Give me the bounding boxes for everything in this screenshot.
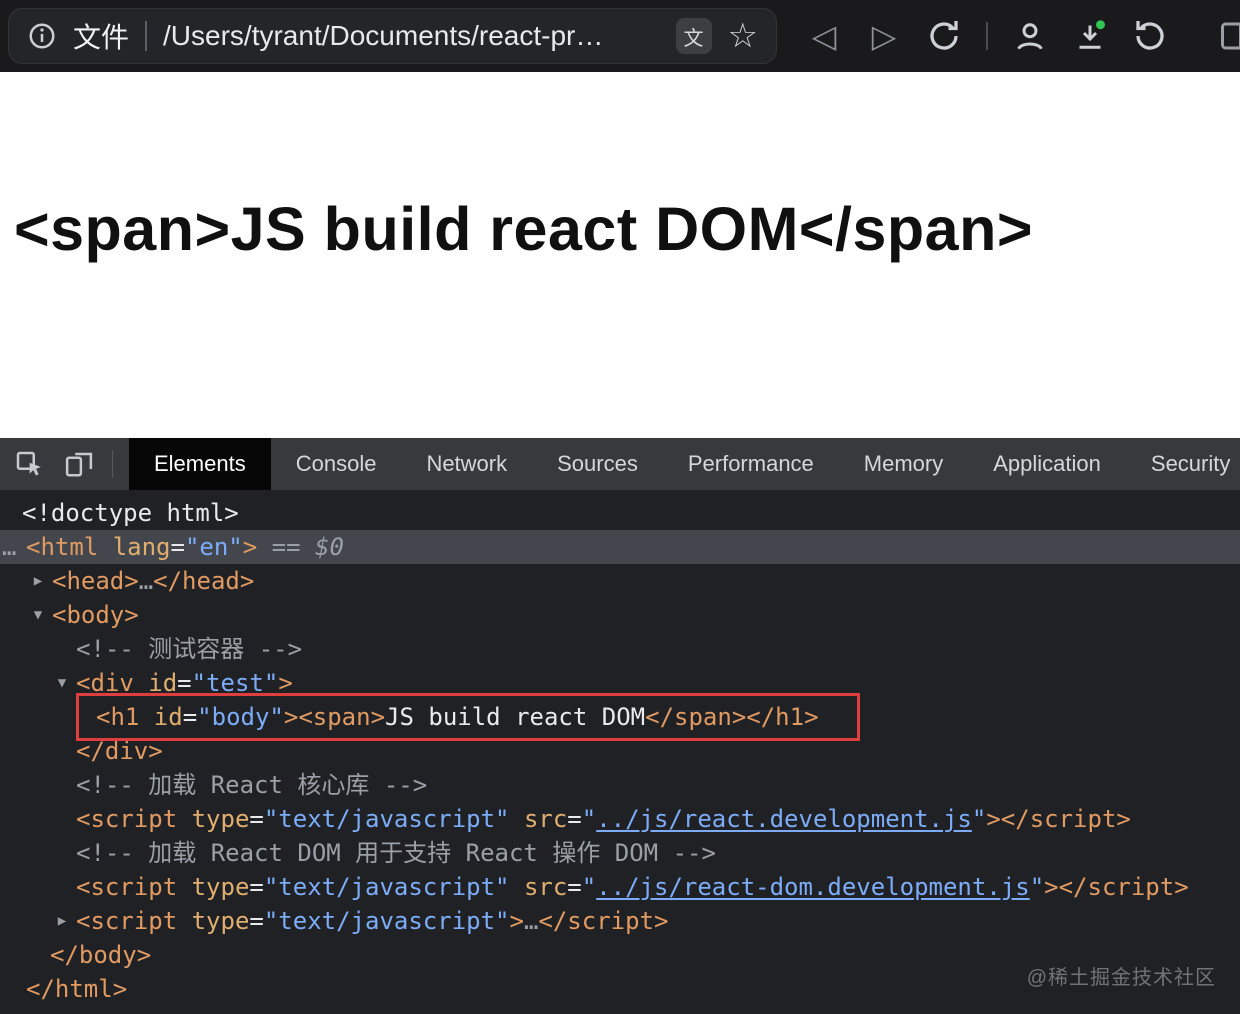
devtools-panel: Elements Console Network Sources Performance… [0, 438, 1240, 1014]
dom-tree: <!doctype html>… <html lang="en"> == $0 ▶ <… [0, 490, 1240, 1014]
tab-application[interactable]: Application [968, 438, 1126, 490]
node-script-react[interactable]: <script type="text/javascript" src="../j… [0, 802, 1240, 836]
node-head[interactable]: ▶ <head>…</head> [0, 564, 1240, 598]
node-body-open[interactable]: ▼ <body> [0, 598, 1240, 632]
screen: 文件 /Users/tyrant/Documents/react-pr… 文 ☆… [0, 0, 1240, 1014]
browser-toolbar: 文件 /Users/tyrant/Documents/react-pr… 文 ☆… [0, 0, 1240, 72]
watermark: @稀土掘金技术社区 [1026, 967, 1216, 989]
bookmark-star-icon[interactable]: ☆ [728, 19, 758, 53]
page-content: <span>JS build react DOM</span> [0, 72, 1240, 438]
tab-network[interactable]: Network [401, 438, 532, 490]
tab-sources[interactable]: Sources [532, 438, 663, 490]
node-script-inline[interactable]: ▶ <script type="text/javascript">…</scrip… [0, 904, 1240, 938]
comment-load-react-core[interactable]: <!-- 加载 React 核心库 --> [0, 768, 1240, 802]
devtools-toolbar: Elements Console Network Sources Performance… [0, 438, 1240, 490]
tab-security[interactable]: Security [1126, 438, 1240, 490]
node-div-test-close[interactable]: </div> [0, 734, 1240, 768]
device-toolbar-icon[interactable] [62, 447, 96, 481]
expand-arrow-icon[interactable]: ▶ [50, 904, 74, 938]
translate-icon[interactable]: 文 [675, 18, 712, 54]
page-heading: <span>JS build react DOM</span> [14, 195, 1033, 263]
refresh-button[interactable] [926, 18, 962, 54]
node-script-react-dom[interactable]: <script type="text/javascript" src="../j… [0, 870, 1240, 904]
side-panel-icon[interactable] [1218, 18, 1240, 54]
inspect-element-icon[interactable] [12, 447, 46, 481]
devtools-tab-strip: Elements Console Network Sources Performance… [129, 438, 1240, 490]
download-icon[interactable] [1072, 18, 1108, 54]
node-h1-body[interactable]: <h1 id="body"><span>JS build react DOM</… [0, 693, 1240, 741]
tab-performance[interactable]: Performance [663, 438, 839, 490]
tab-console[interactable]: Console [271, 438, 402, 490]
comment-test-container[interactable]: <!-- 测试容器 --> [0, 632, 1240, 666]
address-separator [145, 21, 148, 51]
devtools-toolbar-separator [112, 450, 113, 478]
node-doctype[interactable]: <!doctype html> [0, 496, 1240, 530]
node-div-test-open[interactable]: ▼ <div id="test"> [0, 666, 1240, 700]
collapse-arrow-icon[interactable]: ▼ [50, 666, 74, 700]
address-bar[interactable]: 文件 /Users/tyrant/Documents/react-pr… 文 ☆ [8, 8, 777, 64]
expand-arrow-icon[interactable]: ▶ [26, 564, 50, 598]
profile-icon[interactable] [1012, 18, 1048, 54]
browser-nav-icons: ◁ ▷ [806, 0, 1240, 72]
back-button[interactable]: ◁ [806, 20, 842, 52]
comment-load-react-dom[interactable]: <!-- 加载 React DOM 用于支持 React 操作 DOM --> [0, 836, 1240, 870]
node-html-open[interactable]: … <html lang="en"> == $0 [0, 530, 1240, 564]
tab-elements[interactable]: Elements [129, 438, 271, 490]
url-text[interactable]: /Users/tyrant/Documents/react-pr… [163, 20, 660, 52]
page-info-icon[interactable] [27, 21, 57, 51]
overflow-ellipsis: … [2, 533, 17, 561]
history-icon[interactable] [1132, 18, 1168, 54]
toolbar-separator [986, 22, 988, 50]
forward-button[interactable]: ▷ [866, 20, 902, 52]
file-title-label[interactable]: 文件 [73, 16, 129, 56]
tab-memory[interactable]: Memory [839, 438, 968, 490]
collapse-arrow-icon[interactable]: ▼ [26, 598, 50, 632]
